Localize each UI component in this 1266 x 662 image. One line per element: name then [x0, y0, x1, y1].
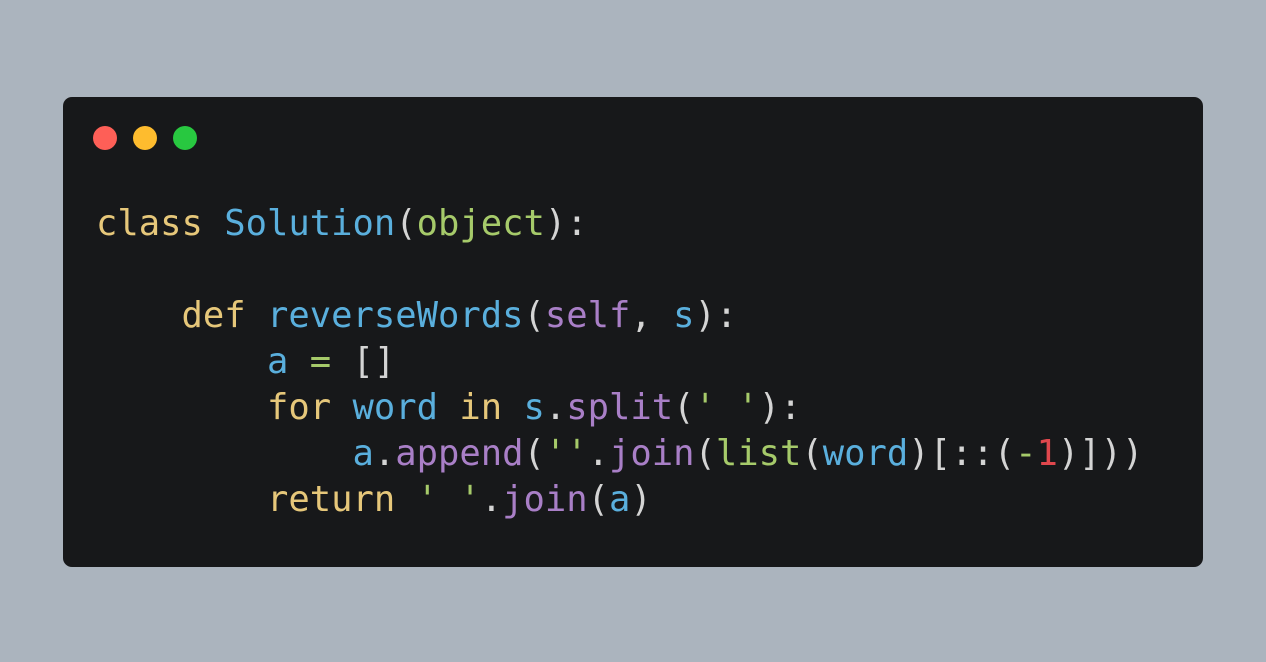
code-token: word — [352, 387, 438, 428]
code-line: a = [] — [96, 339, 1143, 385]
code-token: join — [608, 433, 695, 474]
maximize-dot[interactable] — [173, 126, 197, 150]
code-token: . — [587, 433, 609, 474]
close-dot[interactable] — [93, 126, 117, 150]
code-token: s — [673, 295, 695, 336]
code-token: [] — [331, 341, 396, 382]
code-token: . — [480, 479, 503, 520]
code-token: . — [544, 387, 567, 428]
code-token: ( — [801, 433, 823, 474]
code-token: ): — [758, 387, 802, 428]
code-token: = — [309, 341, 332, 382]
code-line: a.append(''.join(list(word)[::(-1)])) — [96, 431, 1143, 477]
code-token: object — [416, 203, 545, 244]
code-token: ): — [694, 295, 738, 336]
code-line: for word in s.split(' '): — [96, 385, 1143, 431]
code-token: a — [266, 341, 289, 382]
code-token: ( — [395, 203, 417, 244]
code-token: return — [266, 479, 396, 520]
code-line: def reverseWords(self, s): — [96, 293, 1143, 339]
code-token: ( — [587, 479, 609, 520]
code-token: self — [544, 295, 631, 336]
code-token: ) — [630, 479, 652, 520]
code-token: reverseWords — [267, 295, 524, 336]
code-token: ' ' — [694, 387, 759, 428]
code-token: in — [459, 387, 503, 428]
code-line: return ' '.join(a) — [96, 477, 1143, 523]
code-token: ): — [544, 203, 588, 244]
code-token: Solution — [224, 203, 396, 244]
code-token: append — [395, 433, 524, 474]
code-token: - — [1015, 433, 1037, 474]
code-token: )[::( — [908, 433, 1016, 474]
code-token: '' — [544, 433, 588, 474]
code-block: class Solution(object): def reverseWords… — [96, 201, 1143, 523]
code-token: def — [181, 295, 246, 336]
code-token: . — [373, 433, 396, 474]
code-token: a — [352, 433, 374, 474]
code-token: s — [523, 387, 545, 428]
code-token: a — [608, 479, 631, 520]
code-token: 1 — [1036, 433, 1058, 474]
code-window: class Solution(object): def reverseWords… — [63, 97, 1203, 567]
code-token: join — [502, 479, 588, 520]
code-token: ( — [523, 433, 545, 474]
code-token: for — [266, 387, 332, 428]
minimize-dot[interactable] — [133, 126, 157, 150]
code-token: class — [96, 203, 203, 244]
code-token: ( — [694, 433, 716, 474]
code-token: word — [822, 433, 909, 474]
code-token: , — [630, 295, 674, 336]
code-token: ( — [673, 387, 695, 428]
code-token: )])) — [1057, 433, 1144, 474]
code-token: ( — [523, 295, 545, 336]
code-token: split — [566, 387, 674, 428]
code-line: class Solution(object): — [96, 201, 1143, 247]
code-token: list — [715, 433, 802, 474]
code-token: ' ' — [416, 479, 481, 520]
